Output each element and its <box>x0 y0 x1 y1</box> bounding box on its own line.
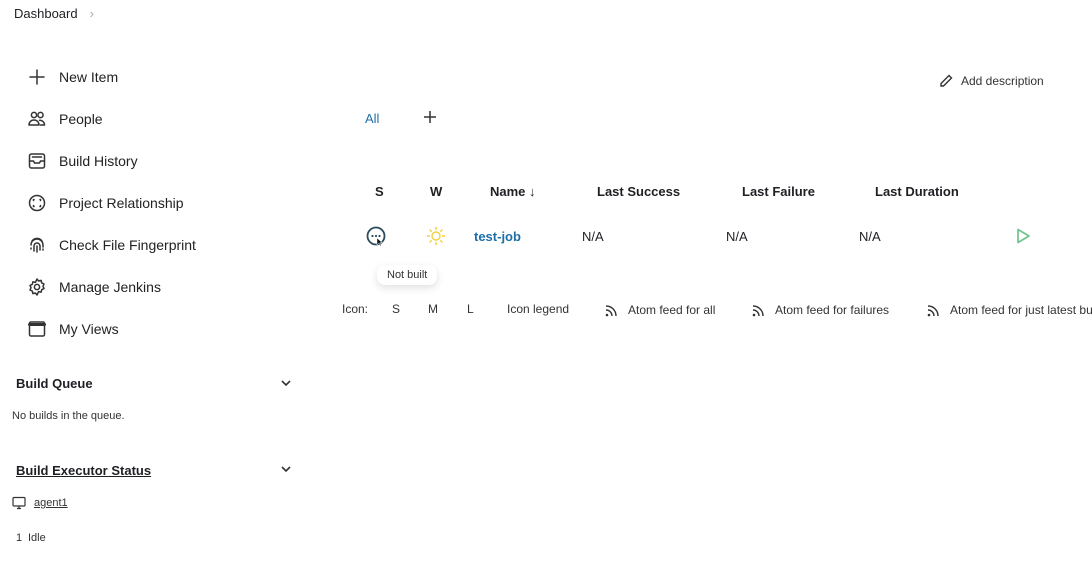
sidebar-item-label: Project Relationship <box>59 195 184 211</box>
status-tooltip: Not built <box>377 265 438 285</box>
not-built-status-icon[interactable] <box>365 225 387 247</box>
icon-size-s[interactable]: S <box>392 302 400 316</box>
gear-icon <box>26 276 48 298</box>
sunny-weather-icon[interactable] <box>425 225 447 247</box>
computer-icon <box>12 496 26 510</box>
sidebar-item-project-relationship[interactable]: Project Relationship <box>26 192 184 214</box>
last-failure-value: N/A <box>726 229 748 244</box>
sidebar-item-label: My Views <box>59 321 119 337</box>
agent-link[interactable]: agent1 <box>34 497 68 509</box>
sidebar-item-label: Check File Fingerprint <box>59 237 196 253</box>
sidebar-item-new-item[interactable]: New Item <box>26 66 118 88</box>
sidebar-item-my-views[interactable]: My Views <box>26 318 119 340</box>
pencil-icon <box>940 74 953 87</box>
breadcrumb-dashboard[interactable]: Dashboard <box>14 6 78 21</box>
column-last-duration[interactable]: Last Duration <box>875 184 959 199</box>
column-weather[interactable]: W <box>430 184 442 199</box>
plus-icon <box>424 111 436 123</box>
job-link-test-job[interactable]: test-job <box>474 229 521 244</box>
people-icon <box>26 108 48 130</box>
column-last-success[interactable]: Last Success <box>597 184 680 199</box>
fingerprint-icon <box>26 234 48 256</box>
icon-legend-link[interactable]: Icon legend <box>507 302 569 316</box>
sidebar-item-label: People <box>59 111 103 127</box>
breadcrumb: Dashboard › <box>14 6 94 21</box>
sidebar-item-people[interactable]: People <box>26 108 103 130</box>
sidebar-item-build-history[interactable]: Build History <box>26 150 138 172</box>
add-description-label: Add description <box>961 74 1044 88</box>
rss-icon <box>605 305 617 317</box>
last-duration-value: N/A <box>859 229 881 244</box>
rss-icon <box>927 305 939 317</box>
atom-feed-all-link[interactable]: Atom feed for all <box>604 302 715 318</box>
relationship-icon <box>26 192 48 214</box>
schedule-build-button[interactable] <box>1013 226 1033 246</box>
column-name[interactable]: Name ↓ <box>490 184 536 199</box>
rss-icon <box>752 305 764 317</box>
plus-icon <box>26 66 48 88</box>
column-last-failure[interactable]: Last Failure <box>742 184 815 199</box>
window-icon <box>26 318 48 340</box>
executor-number: 1 <box>16 532 23 544</box>
atom-feed-latest-link[interactable]: Atom feed for just latest builds <box>926 302 1092 318</box>
sidebar-item-label: Manage Jenkins <box>59 279 161 295</box>
add-view-button[interactable] <box>422 109 438 125</box>
icon-size-label: Icon: <box>342 302 369 316</box>
build-executor-status-title[interactable]: Build Executor Status <box>16 463 151 478</box>
chevron-down-icon[interactable] <box>279 376 293 390</box>
feed-label: Atom feed for just latest builds <box>950 303 1092 317</box>
feed-label: Atom feed for failures <box>775 303 890 317</box>
build-queue-empty: No builds in the queue. <box>12 410 125 422</box>
feed-label: Atom feed for all <box>628 303 716 317</box>
chevron-right-icon[interactable]: › <box>90 6 94 21</box>
sidebar-item-label: Build History <box>59 153 138 169</box>
play-icon <box>1017 228 1030 244</box>
add-description-button[interactable]: Add description <box>938 73 1044 89</box>
sidebar-item-label: New Item <box>59 69 119 85</box>
sidebar-item-check-file-fingerprint[interactable]: Check File Fingerprint <box>26 234 196 256</box>
inbox-icon <box>26 150 48 172</box>
icon-size-l[interactable]: L <box>467 302 474 316</box>
atom-feed-failures-link[interactable]: Atom feed for failures <box>751 302 889 318</box>
icon-size-m[interactable]: M <box>428 302 438 316</box>
executor-state: Idle <box>28 532 46 544</box>
column-status[interactable]: S <box>375 184 384 199</box>
build-queue-title[interactable]: Build Queue <box>16 376 93 391</box>
chevron-down-icon[interactable] <box>279 462 293 476</box>
last-success-value: N/A <box>582 229 604 244</box>
tab-all[interactable]: All <box>365 111 379 126</box>
sidebar-item-manage-jenkins[interactable]: Manage Jenkins <box>26 276 161 298</box>
